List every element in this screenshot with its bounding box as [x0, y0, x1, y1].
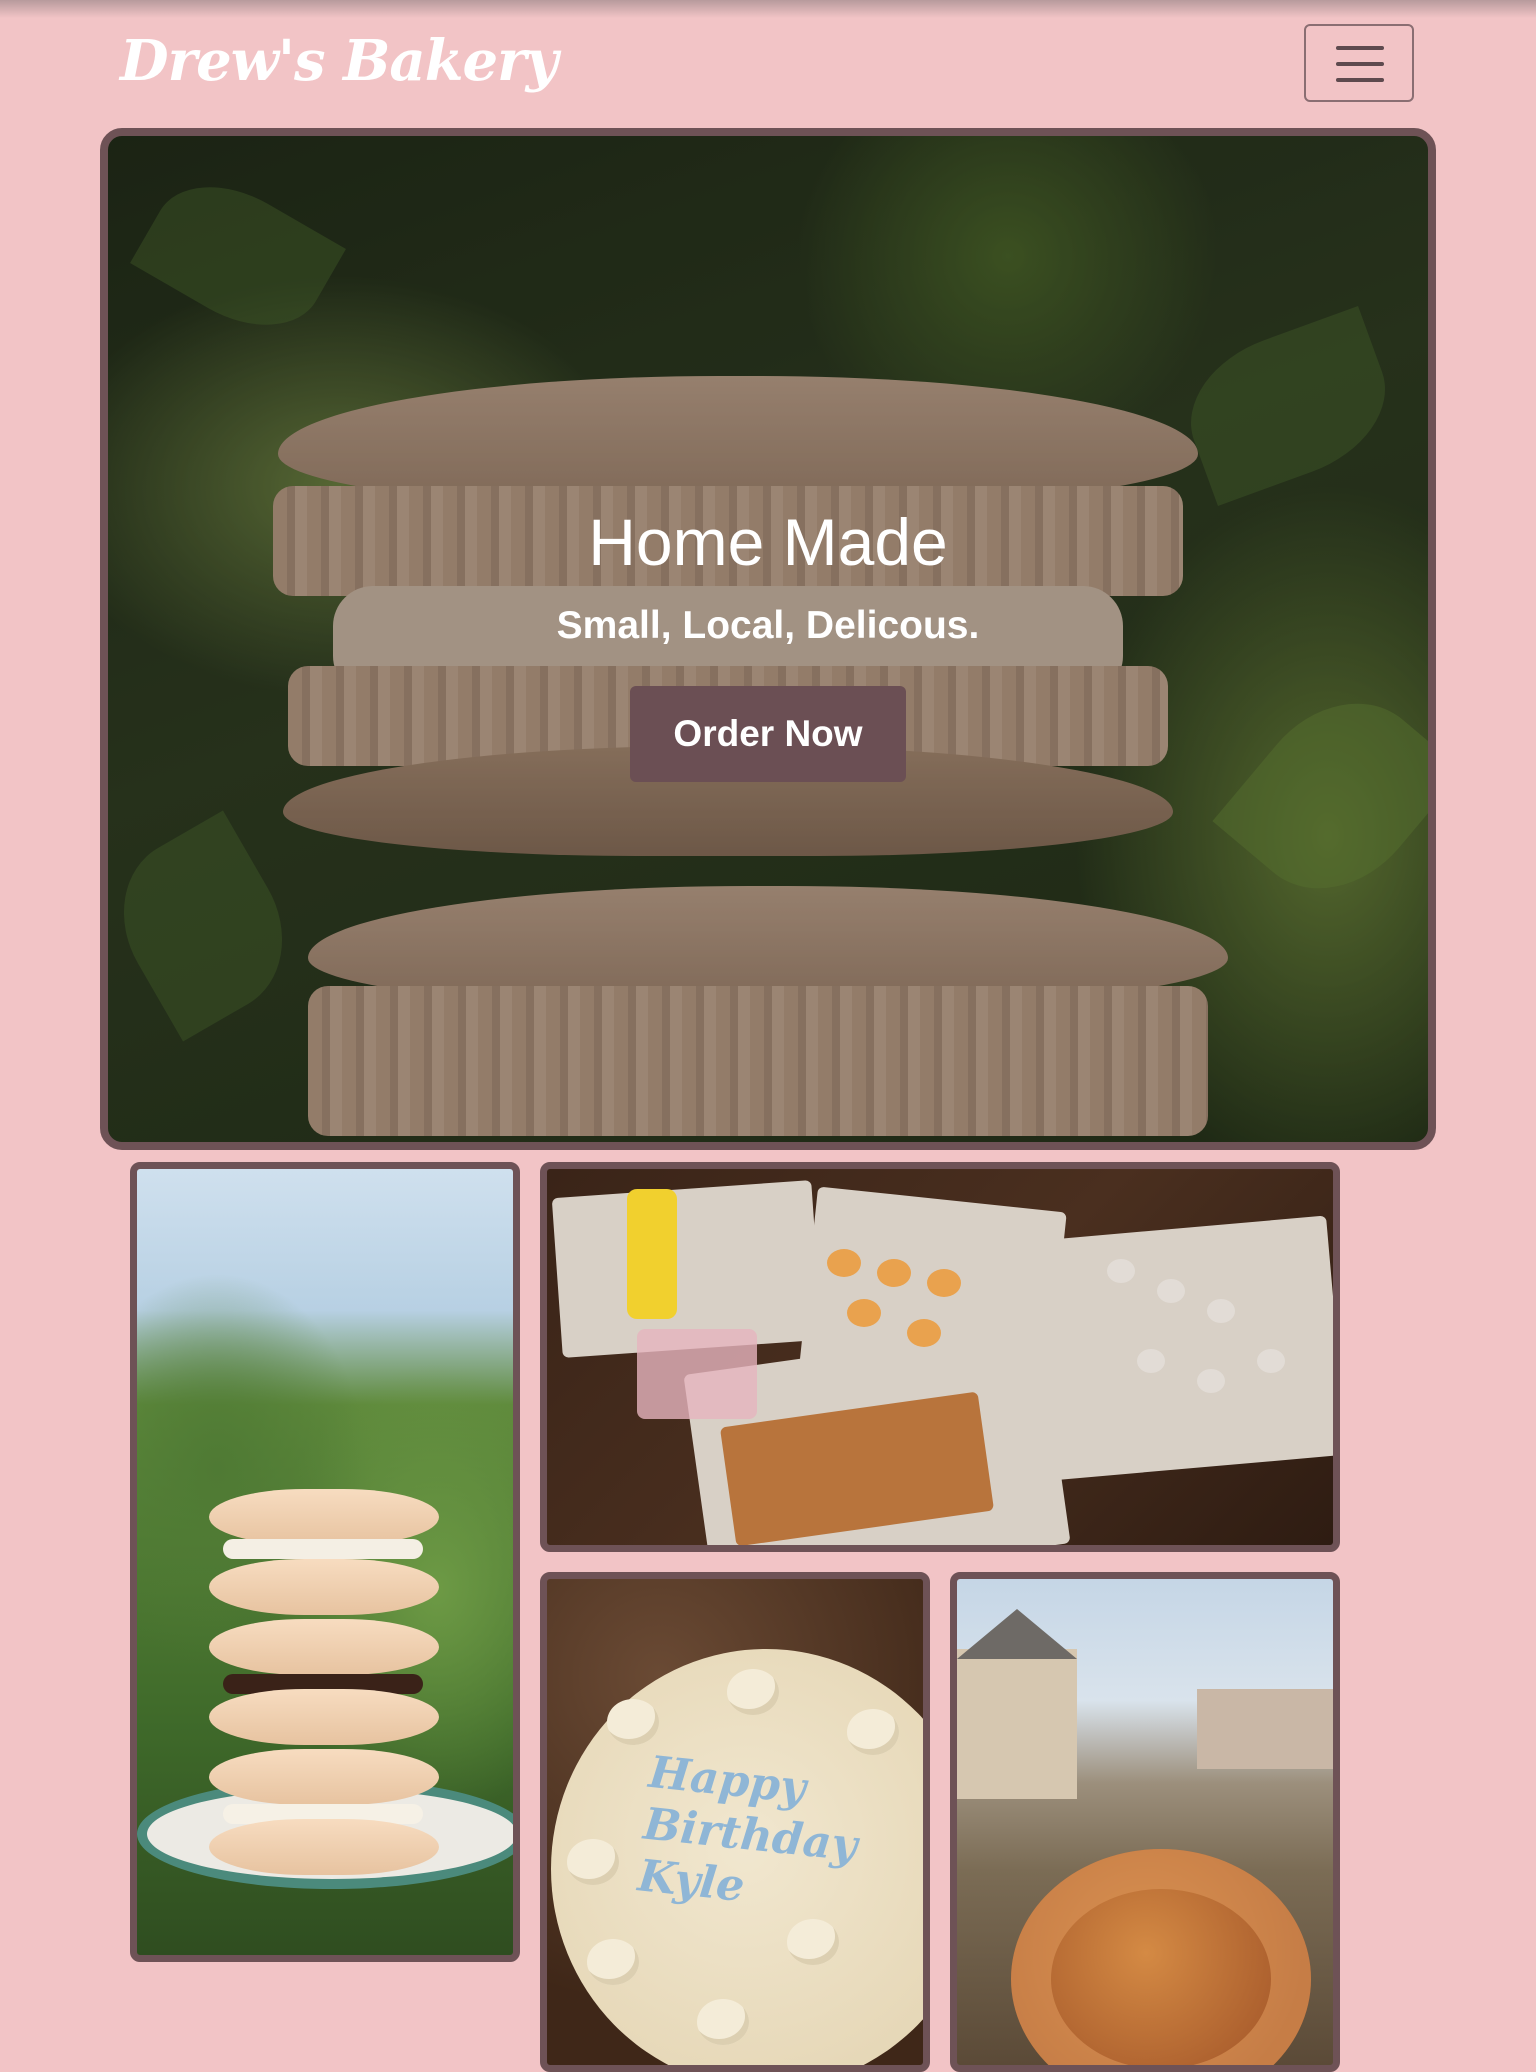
menu-line — [1336, 46, 1384, 50]
brand-logo[interactable]: Drew's Bakery — [120, 28, 558, 94]
water-bottle-shape — [627, 1189, 677, 1319]
gallery-image-donut[interactable] — [950, 1572, 1340, 2072]
cookie-shape — [1197, 1369, 1225, 1393]
menu-line — [1336, 62, 1384, 66]
hamburger-menu-icon[interactable] — [1304, 24, 1414, 102]
house-shape — [957, 1649, 1077, 1799]
menu-line — [1336, 78, 1384, 82]
frosting-swirl — [847, 1709, 899, 1755]
navbar: Drew's Bakery — [0, 0, 1536, 130]
macaron-shape — [209, 1559, 439, 1615]
gallery-image-cookies[interactable] — [540, 1162, 1340, 1552]
macaron-shape — [209, 1619, 439, 1675]
cookie-shape — [927, 1269, 961, 1297]
hero-subtitle: Small, Local, Delicous. — [556, 604, 980, 647]
hero-banner: Home Made Small, Local, Delicous. Order … — [100, 128, 1436, 1150]
macaron-shape — [209, 1689, 439, 1745]
cookie-shape — [827, 1249, 861, 1277]
cookie-shape — [847, 1299, 881, 1327]
gallery-image-cake[interactable]: Happy Birthday Kyle — [540, 1572, 930, 2072]
macaron-shape — [209, 1819, 439, 1875]
cookie-shape — [1257, 1349, 1285, 1373]
frosting-swirl — [697, 1999, 749, 2045]
frosting-swirl — [727, 1669, 779, 1715]
cake-writing: Happy Birthday Kyle — [635, 1746, 860, 1913]
cookie-shape — [907, 1319, 941, 1347]
container-shape — [637, 1329, 757, 1419]
donut-shape — [1011, 1849, 1311, 2065]
cookie-shape — [1107, 1259, 1135, 1283]
cookie-shape — [877, 1259, 911, 1287]
frosting-swirl — [587, 1939, 639, 1985]
hero-title: Home Made — [588, 505, 948, 579]
cookie-shape — [1137, 1349, 1165, 1373]
cookie-shape — [1157, 1279, 1185, 1303]
parchment-shape — [1007, 1215, 1333, 1483]
gallery-image-macarons[interactable] — [130, 1162, 520, 1962]
frosting-swirl — [607, 1699, 659, 1745]
frosting-swirl — [567, 1839, 619, 1885]
cookie-shape — [1207, 1299, 1235, 1323]
frosting-swirl — [787, 1919, 839, 1965]
macaron-shape — [209, 1489, 439, 1545]
order-now-button[interactable]: Order Now — [630, 686, 906, 782]
macaron-shape — [209, 1749, 439, 1805]
house-shape — [1197, 1689, 1333, 1769]
macaron-filling — [223, 1539, 423, 1559]
roof-shape — [957, 1609, 1077, 1659]
